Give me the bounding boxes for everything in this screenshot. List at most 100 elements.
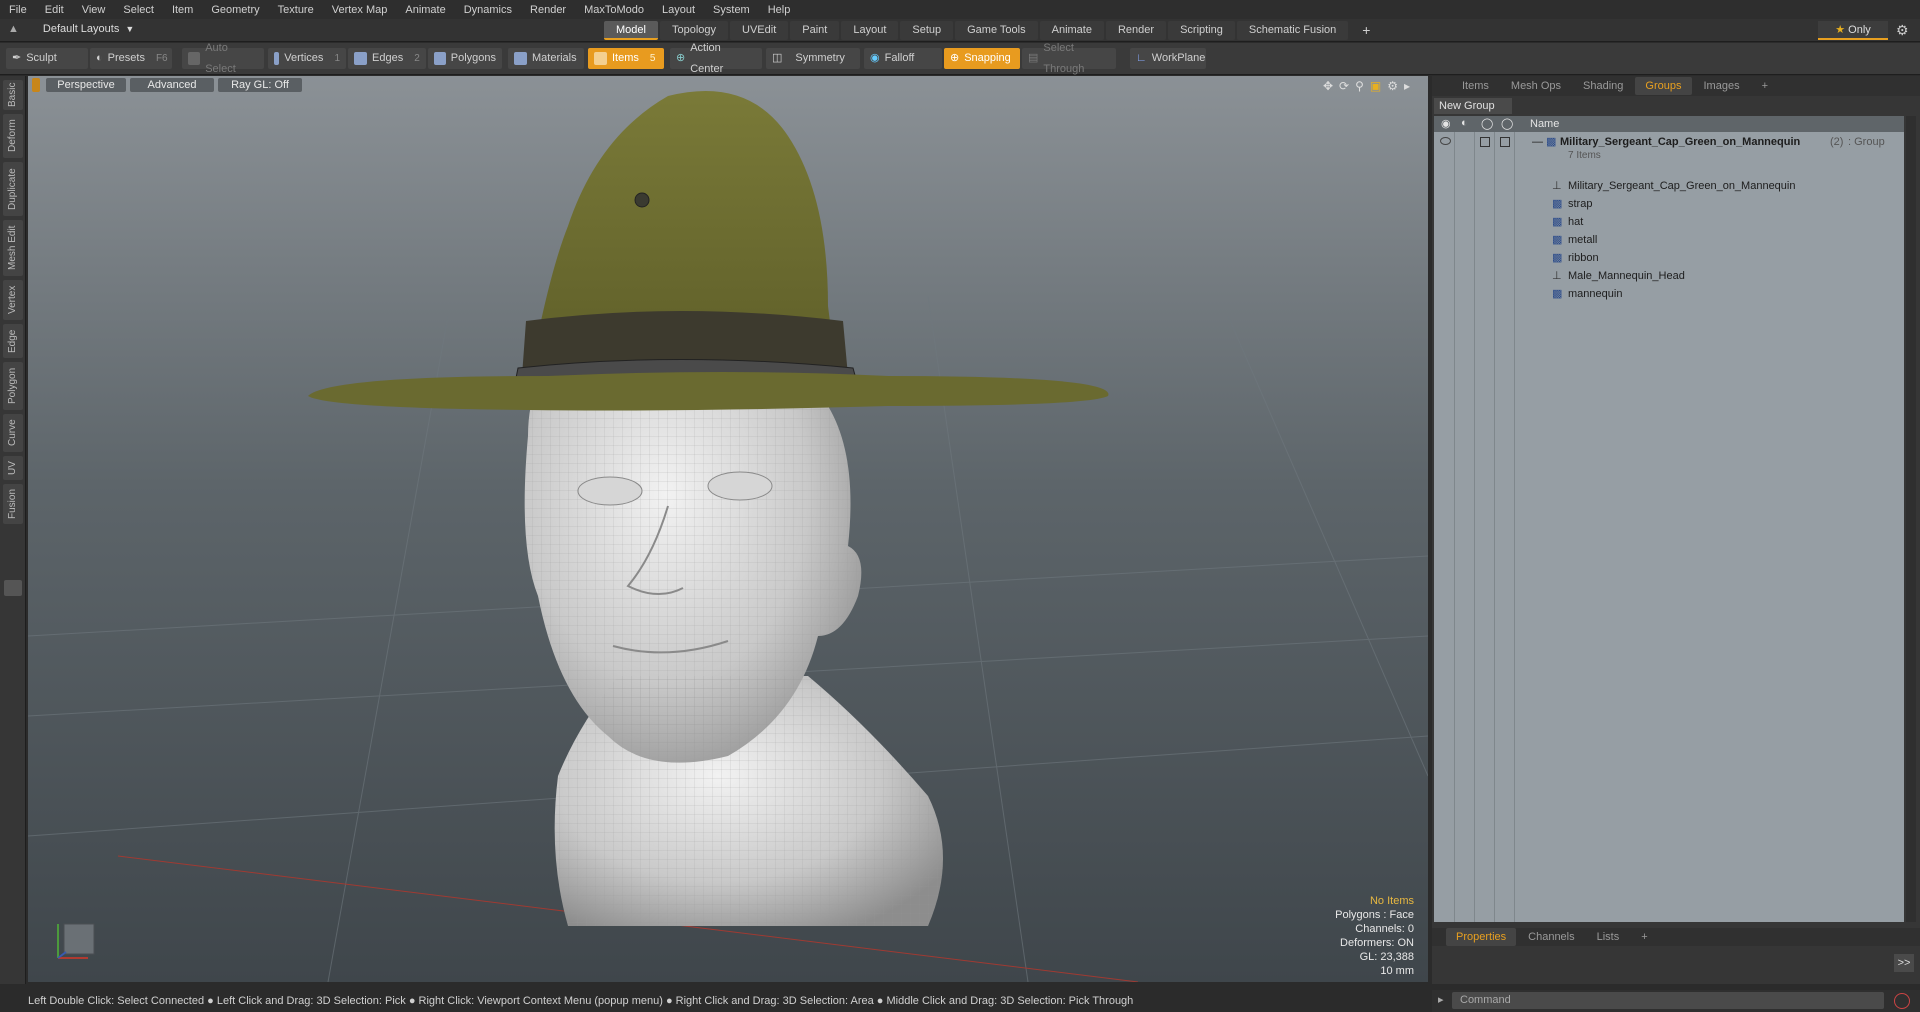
viewport-info: No Items Polygons : Face Channels: 0 Def… [1335,894,1414,978]
tab-lists[interactable]: Lists [1587,928,1630,946]
polygons-button[interactable]: Polygons [428,48,502,69]
menu-vertex-map[interactable]: Vertex Map [323,4,397,16]
render-column-icon[interactable]: ◐ [1461,117,1468,129]
workplane-button[interactable]: ∟ WorkPlane [1130,48,1206,69]
strip-toggle-button[interactable] [4,580,22,596]
menu-render[interactable]: Render [521,4,575,16]
edges-icon [354,52,367,65]
fit-view-icon[interactable]: ▣ [1370,79,1381,93]
list-item[interactable]: ▩ hat [1434,214,1904,232]
gear-icon[interactable]: ⚙ [1896,22,1909,39]
layout-selector[interactable]: ▲ Default Layouts ▼ [8,23,134,35]
3d-viewport[interactable]: Perspective Advanced Ray GL: Off ✥ ⟳ ⚲ ▣… [28,76,1428,982]
tab-channels[interactable]: Channels [1518,928,1584,946]
select-through-button[interactable]: ▤ Select Through [1022,42,1116,75]
tab-mesh-ops[interactable]: Mesh Ops [1501,77,1571,95]
list-item[interactable]: ⊥ Male_Mannequin_Head [1434,268,1904,286]
command-history-icon[interactable] [1894,993,1910,1009]
only-button[interactable]: ★ Only [1818,21,1888,40]
menu-geometry[interactable]: Geometry [202,4,268,16]
expand-panel-button[interactable]: >> [1894,954,1914,972]
menu-item[interactable]: Item [163,4,202,16]
command-input[interactable]: Command [1452,992,1884,1009]
list-scrollbar[interactable] [1906,116,1916,922]
select-column-icon[interactable]: ◯ [1501,117,1513,130]
tab-layout[interactable]: Layout [841,21,899,40]
mesh-icon: ▩ [1552,198,1563,210]
vertices-button[interactable]: Vertices 1 [268,48,346,69]
menu-help[interactable]: Help [759,4,800,16]
shading-mode-button[interactable]: Advanced [130,78,214,92]
vtab-duplicate[interactable]: Duplicate [3,162,23,216]
group-expand-icon[interactable]: — [1532,136,1543,148]
add-bottom-tab-icon[interactable]: + [1631,928,1657,946]
menu-system[interactable]: System [704,4,759,16]
tab-items[interactable]: Items [1452,77,1499,95]
new-group-button[interactable]: New Group [1434,98,1512,114]
menu-texture[interactable]: Texture [269,4,323,16]
tab-scripting[interactable]: Scripting [1168,21,1235,40]
materials-button[interactable]: Materials [508,48,584,69]
items-icon [594,52,607,65]
list-item[interactable]: ▩ ribbon [1434,250,1904,268]
items-button[interactable]: Items 5 [588,48,664,69]
presets-icon: ◐ [96,52,103,64]
vtab-vertex[interactable]: Vertex [3,280,23,320]
tab-model[interactable]: Model [604,21,658,40]
select-checkbox[interactable] [1500,137,1510,147]
tab-properties[interactable]: Properties [1446,928,1517,946]
lock-column-icon[interactable]: ◯ [1481,117,1493,130]
list-item[interactable]: ▩ mannequin [1434,286,1904,304]
auto-select-button[interactable]: Auto Select [182,42,264,75]
viewport-settings-icon[interactable]: ⚙ [1387,79,1398,93]
list-item[interactable]: ⊥ Military_Sergeant_Cap_Green_on_Mannequ… [1434,178,1904,196]
vtab-uv[interactable]: UV [3,456,23,480]
symmetry-button[interactable]: ◫ Symmetry [766,48,860,69]
menu-dynamics[interactable]: Dynamics [455,4,521,16]
presets-button[interactable]: ◐ Presets F6 [90,48,172,69]
tab-shading[interactable]: Shading [1573,77,1633,95]
viewport-menu-icon[interactable] [32,78,40,92]
tab-render[interactable]: Render [1105,21,1167,40]
vtab-curve[interactable]: Curve [3,414,23,452]
lock-checkbox[interactable] [1480,137,1490,147]
vtab-mesh-edit[interactable]: Mesh Edit [3,220,23,276]
list-item[interactable]: ▩ strap [1434,196,1904,214]
vtab-deform[interactable]: Deform [3,114,23,158]
vtab-edge[interactable]: Edge [3,324,23,358]
add-panel-tab-icon[interactable]: + [1752,77,1778,95]
view-mode-button[interactable]: Perspective [46,78,126,92]
tab-images[interactable]: Images [1694,77,1750,95]
expand-arrow-icon[interactable]: ▸ [1404,79,1410,93]
edges-button[interactable]: Edges 2 [348,48,426,69]
menu-file[interactable]: File [0,4,36,16]
falloff-button[interactable]: ◉ Falloff [864,48,942,69]
tab-paint[interactable]: Paint [790,21,840,40]
action-center-button[interactable]: ⊕ Action Center [670,42,762,75]
menu-edit[interactable]: Edit [36,4,73,16]
menu-view[interactable]: View [73,4,115,16]
visibility-column-icon[interactable]: ◉ [1441,117,1451,130]
vtab-basic[interactable]: Basic [3,80,23,110]
tab-game-tools[interactable]: Game Tools [955,21,1038,40]
menu-layout[interactable]: Layout [653,4,704,16]
locator-icon: ⊥ [1552,180,1562,192]
snapping-button[interactable]: ⊕ Snapping [944,48,1020,69]
list-item[interactable]: ▩ metall [1434,232,1904,250]
menu-animate[interactable]: Animate [396,4,454,16]
tab-schematic-fusion[interactable]: Schematic Fusion [1236,21,1349,40]
group-row[interactable]: — ▩ Military_Sergeant_Cap_Green_on_Manne… [1434,134,1904,168]
vtab-polygon[interactable]: Polygon [3,362,23,410]
menu-maxtomodo[interactable]: MaxToModo [575,4,653,16]
move-view-icon[interactable]: ✥ [1323,79,1333,93]
tab-groups[interactable]: Groups [1635,77,1692,95]
add-tab-icon[interactable]: + [1350,21,1382,40]
raygl-button[interactable]: Ray GL: Off [218,78,302,92]
rotate-view-icon[interactable]: ⟳ [1339,79,1349,93]
zoom-view-icon[interactable]: ⚲ [1355,79,1364,93]
vtab-fusion[interactable]: Fusion [3,484,23,524]
eye-icon[interactable] [1440,137,1451,145]
tab-setup[interactable]: Setup [900,21,954,40]
menu-select[interactable]: Select [114,4,163,16]
sculpt-button[interactable]: ✒ Sculpt [6,48,88,69]
